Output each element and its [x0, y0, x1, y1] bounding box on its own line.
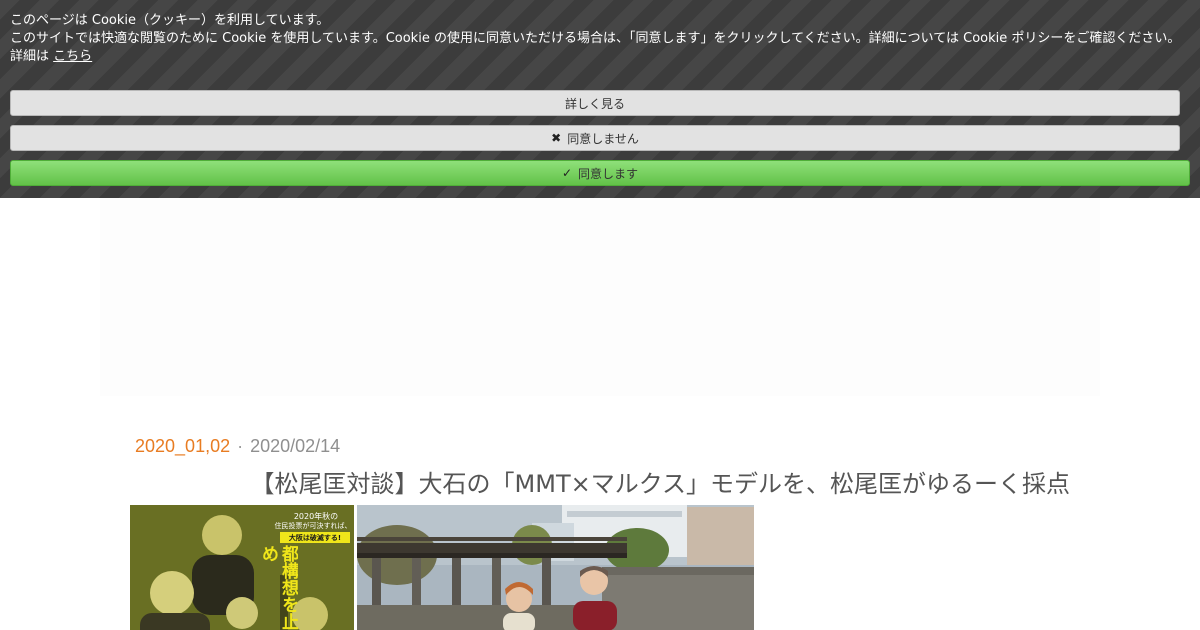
post-meta: 2020_01,02 · 2020/02/14 — [135, 436, 340, 457]
accept-label: 同意します — [578, 166, 639, 181]
cookie-consent-banner: このページは Cookie（クッキー）を利用しています。 このサイトでは快適な閲… — [0, 0, 1200, 198]
post-category-link[interactable]: 2020_01,02 — [135, 436, 230, 456]
cookie-message-line1: このページは Cookie（クッキー）を利用しています。 — [10, 13, 330, 28]
cookie-message: このページは Cookie（クッキー）を利用しています。 このサイトでは快適な閲… — [10, 12, 1190, 66]
book-cover-highlight: 大阪は破滅する! — [288, 534, 342, 542]
book-cover-line2: 住民投票が可決すれば、 — [274, 522, 352, 530]
article-photo[interactable] — [357, 505, 754, 630]
meta-separator: · — [237, 436, 244, 456]
check-icon: ✓ — [561, 166, 573, 180]
details-prefix: 詳細は — [10, 49, 50, 64]
learn-more-label: 詳しく見る — [564, 96, 625, 111]
accept-button[interactable]: ✓ 同意します — [10, 160, 1190, 186]
book-cover-image[interactable]: 2020年秋の 住民投票が可決すれば、 大阪は破滅する! 都構想を止め — [130, 505, 354, 630]
close-icon: ✖ — [551, 131, 562, 145]
book-cover-title: 都構想を止め — [258, 545, 298, 630]
cookie-message-line3: 詳細は こちら — [10, 48, 1190, 66]
bridge-photo-art — [357, 505, 754, 630]
post-title[interactable]: 【松尾匡対談】大石の「MMT×マルクス」モデルを、松尾匡がゆるーく採点 — [0, 464, 1200, 499]
cookie-message-line2: このサイトでは快適な閲覧のために Cookie を使用しています。Cookie … — [10, 31, 1181, 46]
learn-more-button[interactable]: 詳しく見る — [10, 90, 1180, 116]
post-date: 2020/02/14 — [250, 436, 341, 456]
decline-button[interactable]: ✖ 同意しません — [10, 125, 1180, 151]
ad-space — [100, 198, 1100, 396]
decline-label: 同意しません — [567, 131, 639, 146]
details-link[interactable]: こちら — [53, 49, 92, 64]
